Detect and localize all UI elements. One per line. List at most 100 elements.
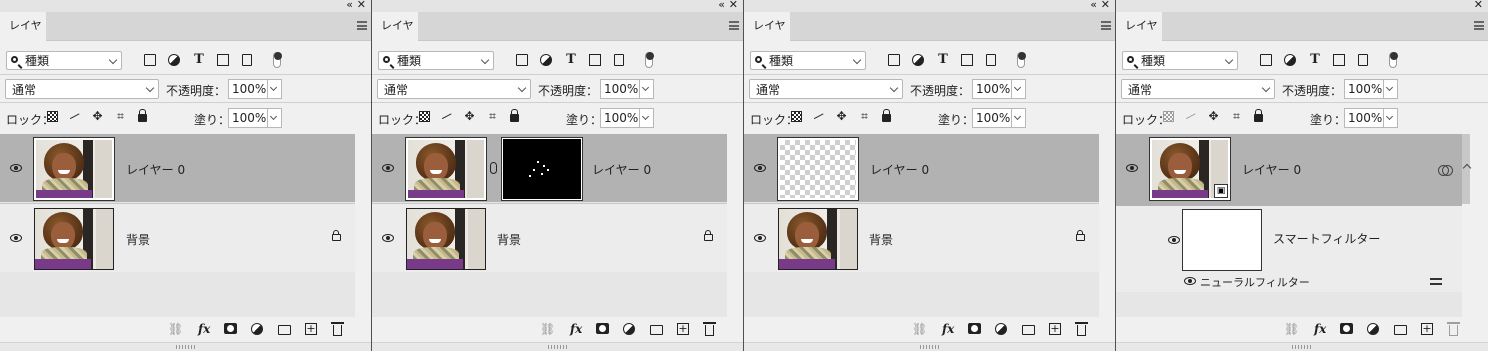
eye-icon[interactable] <box>1126 164 1138 172</box>
layer-name[interactable]: 背景 <box>869 231 893 248</box>
lock-all-icon[interactable] <box>510 109 519 122</box>
adjustment-layer-icon[interactable] <box>1367 323 1379 335</box>
smart-filter-mask-thumbnail[interactable] <box>1182 209 1262 271</box>
smart-object-filter-icon[interactable] <box>242 54 252 66</box>
smart-object-filter-icon[interactable] <box>614 54 624 66</box>
layer-thumbnail[interactable] <box>34 208 114 270</box>
opacity-input[interactable]: 100% <box>972 79 1012 99</box>
filter-toggle[interactable] <box>1389 52 1398 68</box>
eye-icon[interactable] <box>1184 277 1196 285</box>
fx-icon[interactable]: fx <box>198 323 210 335</box>
layer-name[interactable]: 背景 <box>497 231 521 248</box>
new-layer-icon[interactable]: + <box>305 323 317 335</box>
close-icon[interactable]: ✕ <box>1474 0 1483 11</box>
fill-input[interactable]: 100% <box>1344 108 1384 128</box>
lock-all-icon[interactable] <box>1254 109 1263 122</box>
resize-grip[interactable] <box>372 342 743 351</box>
smart-filters-label[interactable]: スマートフィルター <box>1273 230 1380 247</box>
layer-mask-thumbnail[interactable] <box>501 137 583 201</box>
lock-artboard-icon[interactable]: ⌗ <box>115 110 126 122</box>
new-group-icon[interactable] <box>278 325 291 335</box>
blend-mode-select[interactable]: 通常 <box>749 79 903 99</box>
lock-position-icon[interactable]: ✥ <box>464 110 475 122</box>
layer-name[interactable]: レイヤー 0 <box>1242 161 1301 178</box>
layer-row[interactable]: ▣ レイヤー 0 <box>1116 134 1462 206</box>
new-group-icon[interactable] <box>1394 325 1407 335</box>
layer-name[interactable]: レイヤー 0 <box>870 161 929 178</box>
trash-icon[interactable] <box>1447 322 1460 336</box>
lock-transparency-icon[interactable] <box>47 111 58 122</box>
lock-artboard-icon[interactable]: ⌗ <box>1231 110 1242 122</box>
eye-icon[interactable] <box>10 234 22 242</box>
neural-filter-label[interactable]: ニューラルフィルター <box>1200 274 1310 290</box>
smart-object-filter-icon[interactable] <box>1358 54 1368 66</box>
lock-transparency-icon[interactable] <box>1163 111 1174 122</box>
resize-grip[interactable] <box>744 342 1115 351</box>
close-icon[interactable]: ✕ <box>357 0 366 11</box>
pixel-filter-icon[interactable] <box>1260 54 1272 66</box>
layer-row[interactable]: レイヤー 0 <box>744 134 1099 202</box>
filter-toggle[interactable] <box>645 52 654 68</box>
adjustment-filter-icon[interactable] <box>1284 54 1296 66</box>
tab-layers[interactable]: レイヤー <box>1116 12 1162 60</box>
resize-grip[interactable] <box>0 342 371 351</box>
lock-position-icon[interactable]: ✥ <box>1208 110 1219 122</box>
opacity-dropdown[interactable] <box>268 79 282 99</box>
collapse-icon[interactable]: « <box>346 0 353 11</box>
fx-icon[interactable]: fx <box>942 323 954 335</box>
adjustment-filter-icon[interactable] <box>540 54 552 66</box>
fill-input[interactable]: 100% <box>228 108 268 128</box>
tab-layers[interactable]: レイヤー <box>372 12 418 60</box>
new-group-icon[interactable] <box>650 325 663 335</box>
blend-mode-select[interactable]: 通常 <box>1121 79 1275 99</box>
trash-icon[interactable] <box>1075 322 1088 336</box>
blend-mode-select[interactable]: 通常 <box>5 79 159 99</box>
panel-menu-icon[interactable] <box>357 21 367 30</box>
layer-row[interactable]: 背景 <box>0 203 355 272</box>
eye-icon[interactable] <box>1168 236 1180 244</box>
eye-icon[interactable] <box>382 164 394 172</box>
link-icon[interactable]: ⛓ <box>912 323 927 335</box>
lock-position-icon[interactable]: ✥ <box>836 110 847 122</box>
layer-thumbnail[interactable] <box>405 137 487 201</box>
adjustment-filter-icon[interactable] <box>168 54 180 66</box>
lock-pixels-icon[interactable]: / <box>67 109 83 125</box>
opacity-input[interactable]: 100% <box>1344 79 1384 99</box>
collapse-icon[interactable]: « <box>1090 0 1097 11</box>
filter-kind-select[interactable]: 種類 <box>6 51 122 70</box>
panel-menu-icon[interactable] <box>1101 21 1111 30</box>
lock-transparency-icon[interactable] <box>791 111 802 122</box>
layer-thumbnail[interactable] <box>778 208 858 270</box>
adjustment-filter-icon[interactable] <box>912 54 924 66</box>
lock-pixels-icon[interactable]: / <box>439 109 455 125</box>
close-icon[interactable]: ✕ <box>1101 0 1110 11</box>
fill-dropdown[interactable] <box>268 108 282 128</box>
panel-menu-icon[interactable] <box>729 21 739 30</box>
fill-dropdown[interactable] <box>1384 108 1398 128</box>
filter-kind-select[interactable]: 種類 <box>1122 51 1238 70</box>
new-group-icon[interactable] <box>1022 325 1035 335</box>
close-icon[interactable]: ✕ <box>729 0 738 11</box>
adjustment-layer-icon[interactable] <box>995 323 1007 335</box>
link-icon[interactable]: ⛓ <box>1284 323 1299 335</box>
tab-layers[interactable]: レイヤー <box>0 12 46 60</box>
tab-layers[interactable]: レイヤー <box>744 12 790 60</box>
shape-filter-icon[interactable] <box>217 54 229 66</box>
fill-input[interactable]: 100% <box>972 108 1012 128</box>
pixel-filter-icon[interactable] <box>516 54 528 66</box>
blend-mode-select[interactable]: 通常 <box>377 79 531 99</box>
fx-icon[interactable]: fx <box>1314 323 1326 335</box>
lock-icon[interactable] <box>332 230 341 241</box>
lock-artboard-icon[interactable]: ⌗ <box>859 110 870 122</box>
shape-filter-icon[interactable] <box>1333 54 1345 66</box>
resize-grip[interactable] <box>1116 342 1488 351</box>
eye-icon[interactable] <box>382 234 394 242</box>
add-mask-icon[interactable] <box>596 323 609 334</box>
layer-name[interactable]: 背景 <box>126 231 150 248</box>
opacity-dropdown[interactable] <box>640 79 654 99</box>
smart-object-filter-icon[interactable] <box>986 54 996 66</box>
collapse-icon[interactable]: « <box>718 0 725 11</box>
new-layer-icon[interactable]: + <box>1421 323 1433 335</box>
layer-row[interactable]: レイヤー 0 <box>0 134 355 202</box>
adjustment-layer-icon[interactable] <box>623 323 635 335</box>
